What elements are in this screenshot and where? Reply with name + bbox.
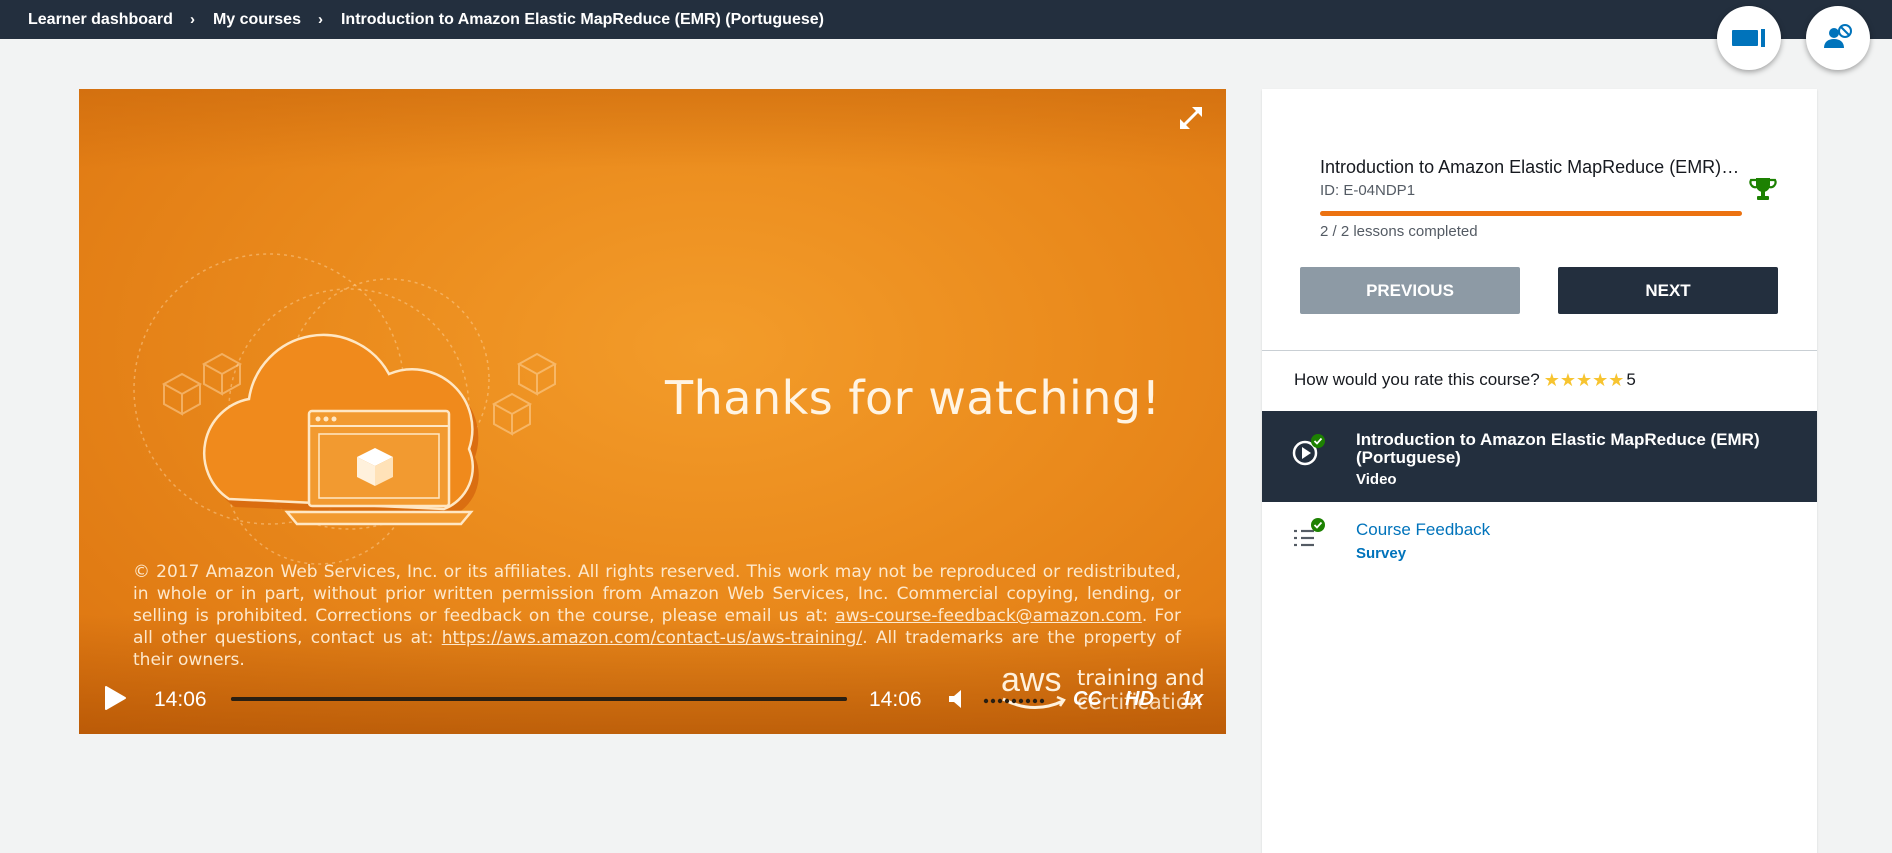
seek-bar[interactable] — [231, 697, 847, 701]
lesson-title: Introduction to Amazon Elastic MapReduce… — [1356, 430, 1760, 467]
rating-stars[interactable]: ★ ★ ★ ★ ★ — [1544, 371, 1625, 389]
breadcrumb-my-courses[interactable]: My courses — [213, 11, 301, 29]
course-progress-fill — [1320, 211, 1742, 216]
volume-icon[interactable] — [945, 687, 969, 711]
copyright-notice: © 2017 Amazon Web Services, Inc. or its … — [133, 561, 1181, 671]
presentation-icon — [1732, 29, 1765, 47]
lesson-type: Survey — [1356, 545, 1407, 562]
lesson-title: Course Feedback — [1356, 520, 1491, 539]
course-id: ID: E-04NDP1 — [1320, 182, 1416, 199]
current-time: 14:06 — [154, 688, 207, 711]
user-settings-button[interactable] — [1806, 6, 1870, 70]
rating-value: 5 — [1626, 370, 1636, 389]
course-rating: How would you rate this course? ★ ★ ★ ★ … — [1294, 370, 1636, 390]
duration-time: 14:06 — [869, 688, 922, 711]
volume-slider[interactable] — [983, 698, 1049, 704]
star-icon[interactable]: ★ — [1608, 371, 1624, 389]
course-sidebar: Introduction to Amazon Elastic MapReduce… — [1262, 89, 1817, 853]
star-icon[interactable]: ★ — [1560, 371, 1576, 389]
breadcrumb-current-course[interactable]: Introduction to Amazon Elastic MapReduce… — [341, 11, 824, 29]
list-icon — [1294, 518, 1325, 547]
cloud-laptop-illustration — [133, 253, 558, 565]
video-controls: 14:06 14:06 CC HD 1x — [79, 681, 1226, 721]
lesson-item-active[interactable]: Introduction to Amazon Elastic MapReduce… — [1262, 411, 1817, 502]
top-navigation-bar: Learner dashboard › My courses › Introdu… — [0, 0, 1892, 39]
video-player[interactable]: Thanks for watching! © 2017 Amazon Web S… — [79, 89, 1226, 734]
feedback-email-link[interactable]: aws-course-feedback@amazon.com — [835, 606, 1142, 626]
captions-button[interactable]: CC — [1073, 688, 1102, 711]
chevron-right-icon: › — [189, 11, 195, 28]
fullscreen-icon[interactable] — [1178, 105, 1204, 131]
end-screen-headline: Thanks for watching! — [665, 371, 1161, 425]
star-icon[interactable]: ★ — [1576, 371, 1592, 389]
previous-button[interactable]: PREVIOUS — [1300, 267, 1520, 314]
seek-bar-progress — [231, 697, 847, 701]
lesson-item[interactable]: Course Feedback Survey — [1262, 502, 1817, 578]
course-title: Introduction to Amazon Elastic MapReduce… — [1320, 157, 1744, 177]
play-circle-icon — [1292, 434, 1325, 466]
divider — [1262, 350, 1817, 351]
user-block-icon — [1824, 24, 1852, 48]
lessons-completed: 2 / 2 lessons completed — [1320, 223, 1478, 240]
star-icon[interactable]: ★ — [1592, 371, 1608, 389]
course-progress-bar — [1320, 211, 1742, 216]
next-button[interactable]: NEXT — [1558, 267, 1778, 314]
rating-question: How would you rate this course? — [1294, 370, 1540, 389]
trophy-icon — [1749, 178, 1777, 200]
star-icon[interactable]: ★ — [1544, 371, 1560, 389]
quality-button[interactable]: HD — [1125, 688, 1154, 711]
lesson-type: Video — [1356, 471, 1397, 488]
presentation-mode-button[interactable] — [1717, 6, 1781, 70]
video-top-shade — [79, 89, 1226, 169]
playback-speed-button[interactable]: 1x — [1181, 688, 1203, 711]
chevron-right-icon: › — [317, 11, 323, 28]
breadcrumb-learner-dashboard[interactable]: Learner dashboard — [28, 11, 173, 29]
play-icon[interactable] — [101, 683, 129, 713]
contact-url-link[interactable]: https://aws.amazon.com/contact-us/aws-tr… — [442, 628, 862, 648]
